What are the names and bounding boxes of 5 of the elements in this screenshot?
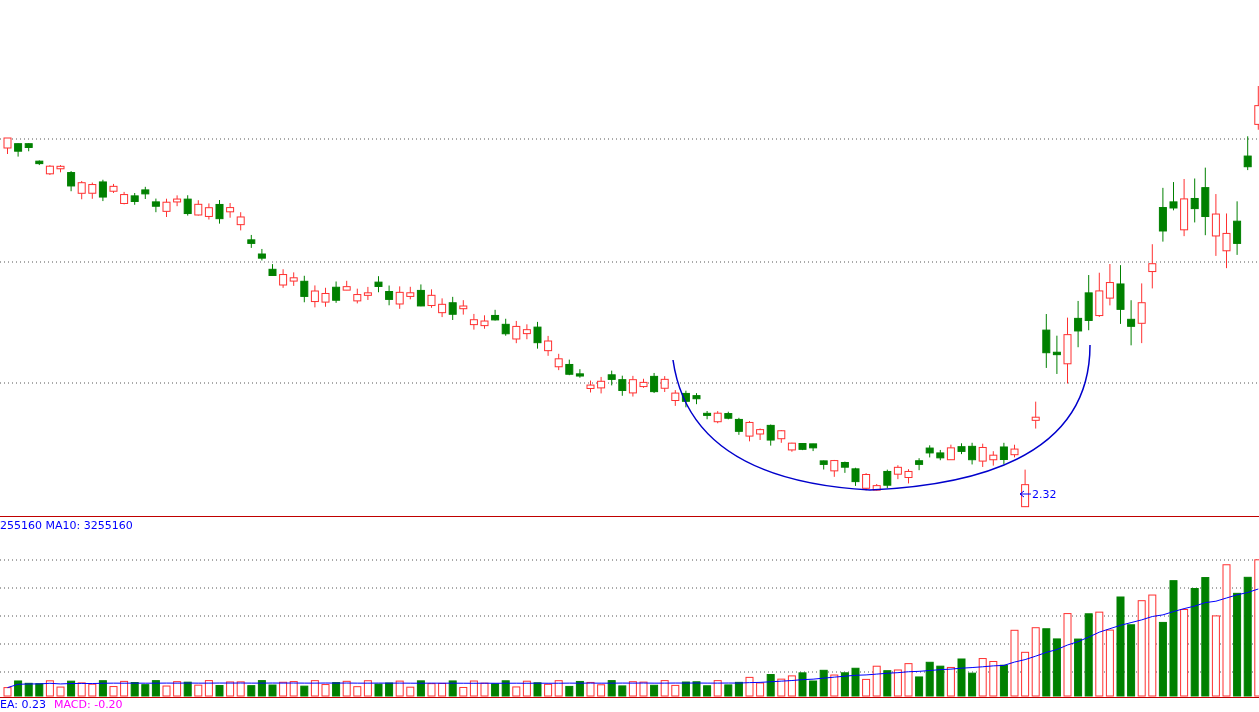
volume-legend: 255160 MA10: 3255160 — [0, 519, 133, 532]
leader-line — [1019, 490, 1032, 498]
indicator-legend: EA: 0.23 — [0, 698, 46, 712]
low-price-label: 2.32 — [1032, 488, 1057, 501]
indicator-legend: MACD: -0.20 — [54, 698, 123, 712]
